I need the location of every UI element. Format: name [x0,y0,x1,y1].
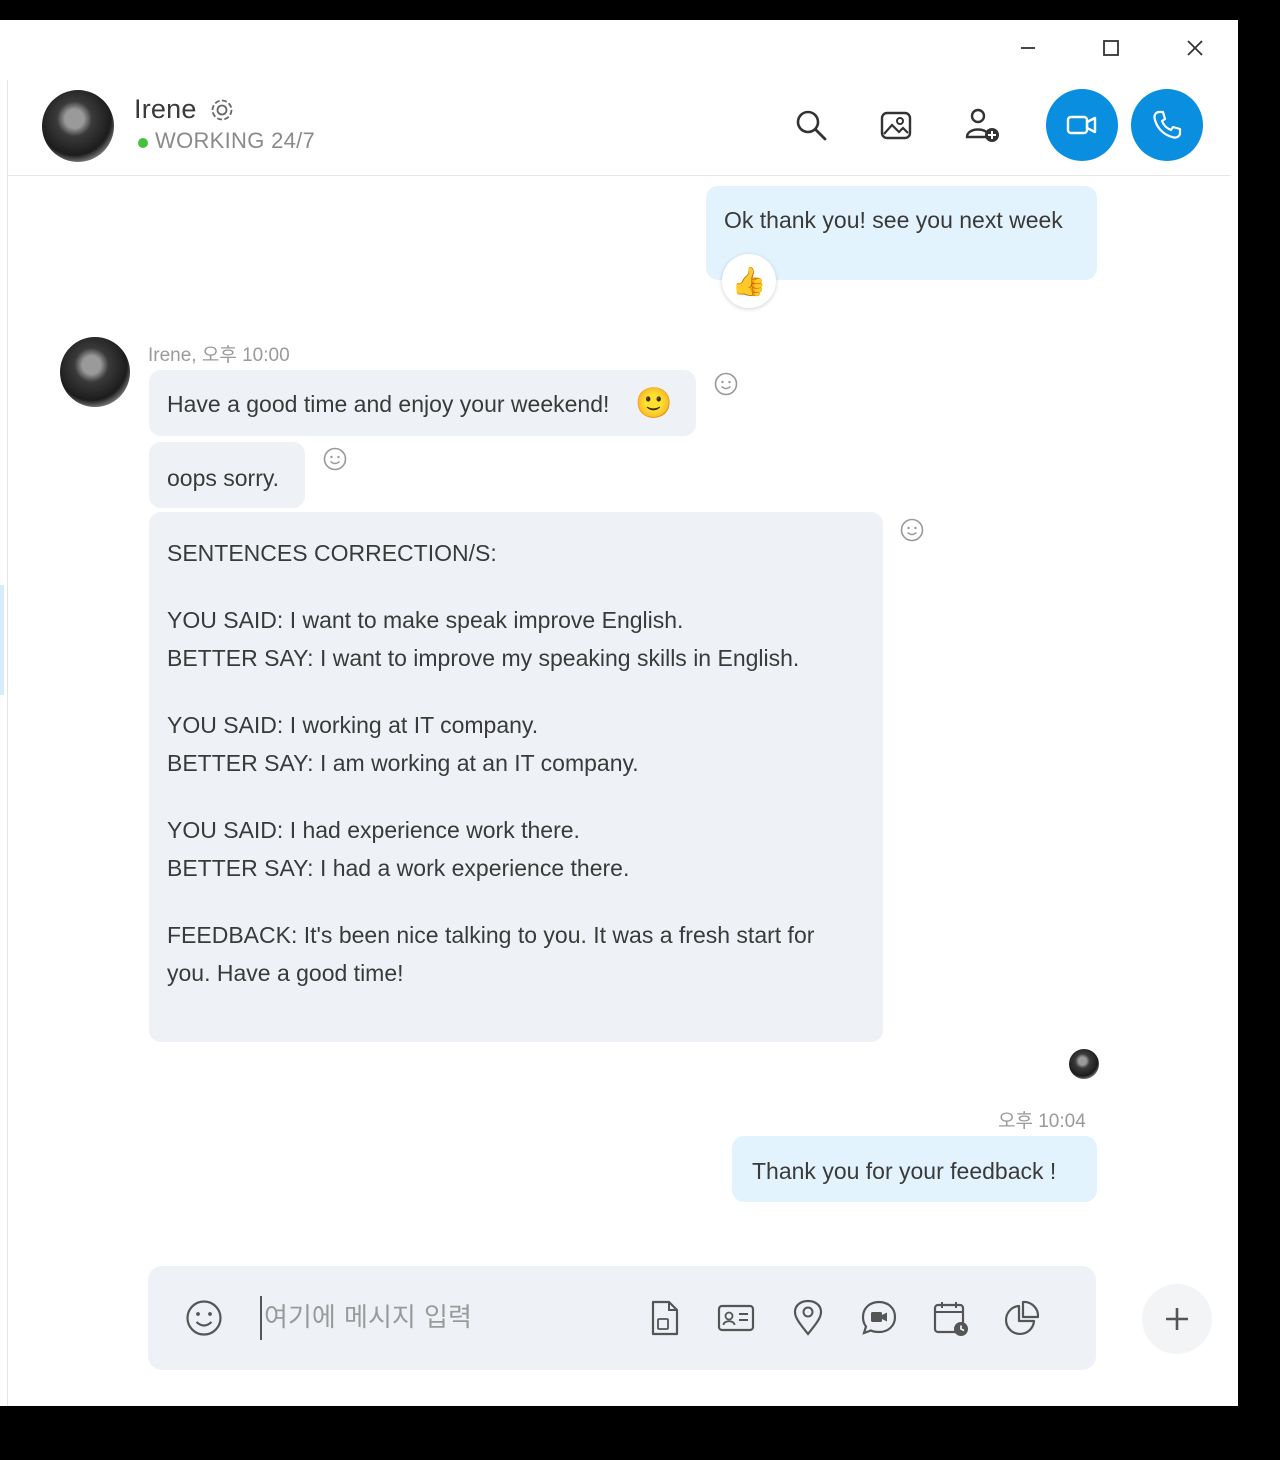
poll-icon [1004,1300,1040,1336]
share-location-button[interactable] [786,1296,830,1340]
contact-card-icon [717,1304,755,1332]
message-input[interactable] [260,1296,620,1340]
add-reaction-icon[interactable] [713,371,739,397]
status-text: WORKING 24/7 [155,128,316,153]
outgoing-message[interactable]: Thank you for your feedback ! [732,1136,1097,1202]
video-message-icon [861,1300,897,1335]
sidebar-accent [0,585,4,695]
sidebar-edge [0,80,8,1406]
plus-icon [1166,1308,1188,1330]
chat-window: Irene WORKING 24/7 Ok thank you! see you… [0,20,1238,1406]
send-file-button[interactable] [642,1296,686,1340]
schedule-call-button[interactable] [929,1296,973,1340]
add-reaction-icon[interactable] [322,446,348,472]
reaction-badge[interactable]: 👍 [722,254,776,308]
video-call-icon [1066,115,1097,135]
file-icon [651,1300,679,1336]
message-text: Ok thank you! see you next week [724,207,1063,233]
thumbs-up-icon: 👍 [731,265,767,297]
search-button[interactable] [786,100,836,150]
maximize-icon [1103,40,1119,56]
emoji-button[interactable] [182,1296,226,1340]
share-contact-button[interactable] [714,1296,758,1340]
feedback-text: FEEDBACK: It's been nice talking to you.… [167,922,815,986]
add-participant-button[interactable] [957,100,1007,150]
you-said-line: YOU SAID: I working at IT company. [167,712,539,738]
status-dot [138,138,148,148]
message-composer [148,1266,1096,1370]
message-text: Thank you for your feedback ! [752,1158,1057,1184]
incoming-message[interactable]: oops sorry. [149,442,305,508]
search-icon [796,110,827,141]
contact-avatar[interactable] [42,90,114,162]
add-person-icon [965,108,999,142]
phone-icon [1153,110,1182,139]
close-icon [1187,40,1203,56]
close-button[interactable] [1175,28,1215,68]
read-receipt-avatar [1069,1049,1099,1079]
more-options-button[interactable] [1142,1284,1212,1354]
poll-button[interactable] [1000,1296,1044,1340]
message-meta: Irene, 오후 10:00 [148,345,290,366]
add-reaction-icon[interactable] [899,517,925,543]
gear-icon[interactable] [208,96,236,124]
better-say-line: BETTER SAY: I had a work experience ther… [167,855,630,881]
video-call-button[interactable] [1046,89,1118,161]
video-message-button[interactable] [857,1296,901,1340]
minimize-icon [1021,47,1035,49]
location-icon [793,1299,823,1336]
gallery-button[interactable] [871,100,921,150]
minimize-button[interactable] [1008,28,1048,68]
maximize-button[interactable] [1091,28,1131,68]
corrections-title: SENTENCES CORRECTION/S: [167,540,497,566]
emoji-icon [186,1300,222,1336]
message-meta: 오후 10:04 [998,1111,1086,1132]
message-text: Have a good time and enjoy your weekend! [167,391,610,417]
you-said-line: YOU SAID: I want to make speak improve E… [167,607,684,633]
contact-name[interactable]: Irene [134,94,197,125]
schedule-icon [933,1302,968,1336]
incoming-message[interactable]: Have a good time and enjoy your weekend!… [149,370,696,436]
incoming-message[interactable]: SENTENCES CORRECTION/S: YOU SAID: I want… [149,512,883,1042]
audio-call-button[interactable] [1131,89,1203,161]
you-said-line: YOU SAID: I had experience work there. [167,817,580,843]
smile-emoji-icon: 🙂 [635,387,673,420]
chat-header: Irene WORKING 24/7 [8,80,1230,176]
better-say-line: BETTER SAY: I want to improve my speakin… [167,645,800,671]
better-say-line: BETTER SAY: I am working at an IT compan… [167,750,639,776]
message-text: oops sorry. [167,465,280,491]
gallery-icon [880,111,912,140]
sender-avatar[interactable] [60,337,130,407]
